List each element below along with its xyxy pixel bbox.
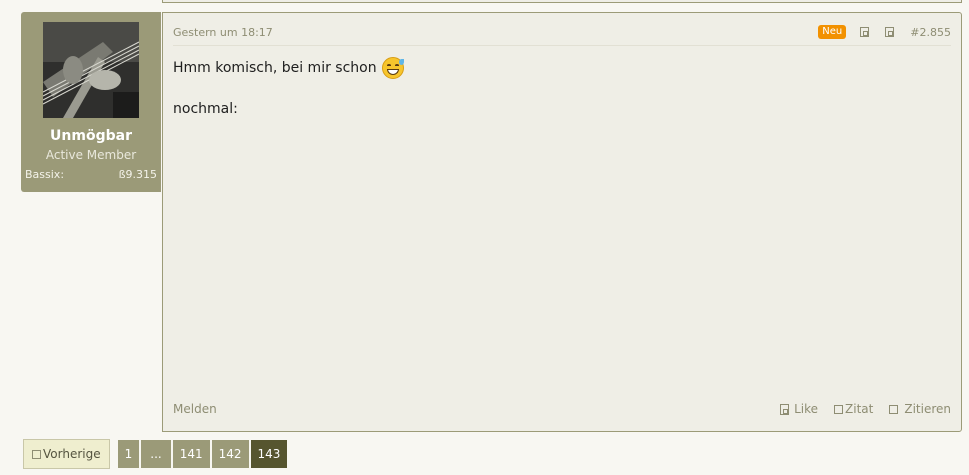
bass-guitar-avatar-image	[43, 22, 139, 118]
page-1-button[interactable]: 1	[117, 440, 140, 468]
previous-icon	[32, 449, 41, 459]
bassix-label: Bassix:	[25, 168, 65, 181]
previous-post-edge	[162, 0, 962, 3]
post-body: Hmm komisch, bei mir schon nochmal:	[173, 57, 404, 119]
bookmark-icon[interactable]	[885, 27, 895, 37]
quote-button[interactable]: Zitat	[834, 402, 873, 416]
username[interactable]: Unmögbar	[21, 128, 161, 144]
share-icon[interactable]	[860, 27, 870, 37]
reply-quote-label: Zitieren	[904, 402, 951, 416]
avatar[interactable]	[43, 22, 139, 118]
post-header: Gestern um 18:17 Neu #2.855	[173, 24, 951, 46]
reply-quote-icon	[889, 404, 899, 414]
post-text-line-2: nochmal:	[173, 101, 238, 117]
grinning-sweat-emoji-icon	[381, 57, 404, 79]
page-142-button[interactable]: 142	[211, 440, 249, 468]
like-button[interactable]: Like	[780, 402, 818, 416]
user-title: Active Member	[45, 148, 137, 162]
quote-label: Zitat	[845, 402, 874, 416]
report-link[interactable]: Melden	[173, 402, 217, 416]
user-info-card: Unmögbar Active Member Bassix: ß9.315	[21, 12, 170, 192]
page-ellipsis-button[interactable]: ...	[141, 440, 171, 468]
post-footer: Melden Like Zitat Zitieren	[173, 402, 951, 418]
reply-quote-button[interactable]: Zitieren	[889, 402, 951, 416]
like-icon	[780, 403, 790, 415]
page-141-button[interactable]: 141	[172, 440, 210, 468]
new-badge: Neu	[818, 25, 847, 39]
post-date[interactable]: Gestern um 18:17	[173, 26, 273, 39]
previous-page-label: Vorherige	[43, 447, 101, 461]
pagination: Vorherige 1 ... 141 142 143	[23, 439, 289, 469]
bassix-value: ß9.315	[118, 168, 157, 181]
like-label: Like	[794, 402, 819, 416]
post-number[interactable]: #2.855	[910, 26, 951, 39]
page-143-current: 143	[250, 440, 288, 468]
post-message: Gestern um 18:17 Neu #2.855 Hmm komisch,…	[162, 12, 962, 432]
previous-page-button[interactable]: Vorherige	[23, 439, 110, 469]
post-text-line-1: Hmm komisch, bei mir schon	[173, 60, 377, 76]
quote-checkbox-icon	[834, 404, 844, 414]
